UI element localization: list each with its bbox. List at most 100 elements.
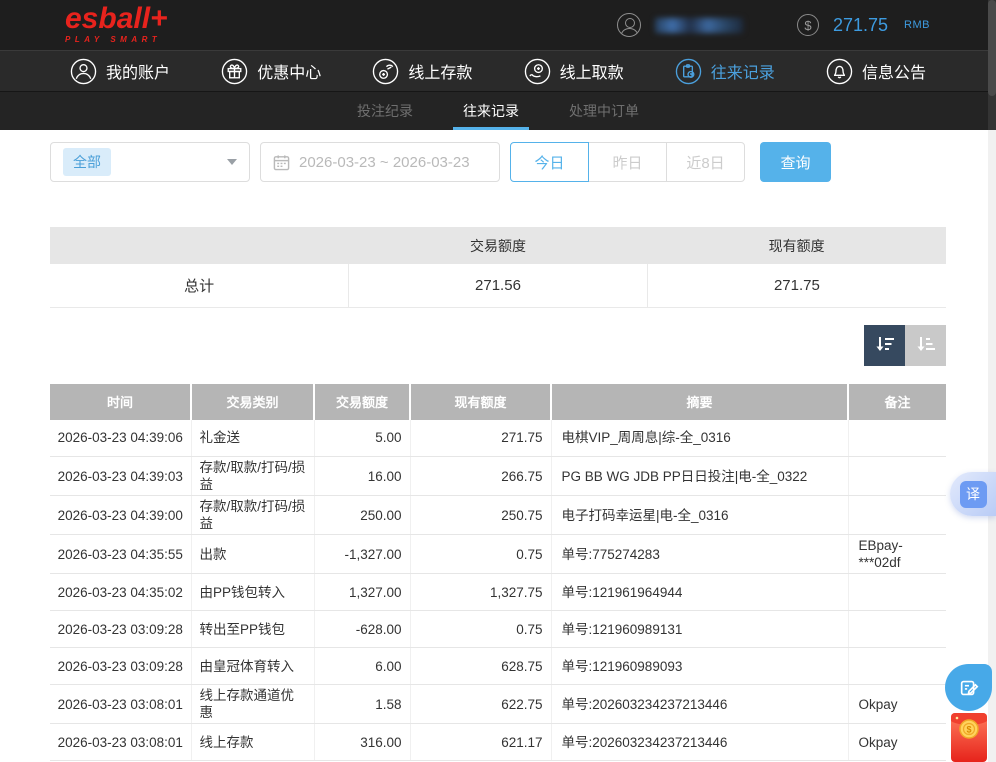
nav-item-my-account[interactable]: 我的账户 xyxy=(70,58,170,85)
brand-logo[interactable]: esball+ PLAY SMART xyxy=(65,4,168,44)
cell-balance: 628.75 xyxy=(410,648,551,685)
sort-ascending-button[interactable] xyxy=(905,325,946,366)
date-range-value: 2026-03-23 ~ 2026-03-23 xyxy=(299,154,470,171)
user-icon xyxy=(70,58,97,85)
red-envelope-button[interactable]: $ xyxy=(950,711,988,762)
translate-icon: 译 xyxy=(960,481,987,508)
cell-summary: 电棋VIP_周周息|综-全_0316 xyxy=(551,420,848,457)
tab-transaction-records[interactable]: 往来记录 xyxy=(457,92,525,130)
cell-time: 2026-03-23 03:08:01 xyxy=(50,685,191,724)
cell-amount: -628.00 xyxy=(314,611,410,648)
nav-label: 信息公告 xyxy=(862,59,926,83)
chevron-down-icon xyxy=(227,159,237,165)
withdraw-icon xyxy=(524,58,551,85)
cell-amount: 250.00 xyxy=(314,496,410,535)
table-row: 2026-03-23 04:35:55出款-1,327.000.75单号:775… xyxy=(50,535,946,574)
button-label: 今日 xyxy=(534,152,564,173)
search-button[interactable]: 查询 xyxy=(760,142,831,182)
summary-transaction-total: 271.56 xyxy=(349,264,648,307)
transactions-body: 2026-03-23 04:39:06礼金送5.00271.75电棋VIP_周周… xyxy=(50,420,946,761)
calendar-icon xyxy=(273,154,290,171)
cell-amount: 6.00 xyxy=(314,648,410,685)
cell-type: 线上存款通道优惠 xyxy=(191,685,314,724)
cell-balance: 266.75 xyxy=(410,457,551,496)
feedback-edit-button[interactable] xyxy=(945,664,992,711)
svg-text:$: $ xyxy=(966,725,971,735)
nav-item-promotions[interactable]: 优惠中心 xyxy=(221,58,321,85)
header-time: 时间 xyxy=(50,384,191,420)
cell-amount: 16.00 xyxy=(314,457,410,496)
cell-remark xyxy=(848,457,946,496)
tab-label: 处理中订单 xyxy=(569,101,639,121)
cell-type: 存款/取款/打码/损益 xyxy=(191,496,314,535)
header-summary: 摘要 xyxy=(551,384,848,420)
header-balance: 现有额度 xyxy=(410,384,551,420)
cell-summary: 单号:121960989093 xyxy=(551,648,848,685)
header-type: 交易类别 xyxy=(191,384,314,420)
summary-header-balance: 现有额度 xyxy=(647,227,946,264)
top-bar: esball+ PLAY SMART $ 271.75 RMB xyxy=(0,0,996,50)
header-remark: 备注 xyxy=(848,384,946,420)
cell-summary: 单号:121961964944 xyxy=(551,574,848,611)
type-select[interactable]: 全部 xyxy=(50,142,250,182)
header-amount: 交易额度 xyxy=(314,384,410,420)
cell-type: 由皇冠体育转入 xyxy=(191,648,314,685)
nav-item-announcements[interactable]: 信息公告 xyxy=(826,58,926,85)
cell-amount: 316.00 xyxy=(314,724,410,761)
page-scrollbar[interactable] xyxy=(988,0,996,762)
records-icon xyxy=(675,58,702,85)
table-row: 2026-03-23 03:08:01线上存款316.00621.17单号:20… xyxy=(50,724,946,761)
cell-summary: 单号:202603234237213446 xyxy=(551,724,848,761)
cell-time: 2026-03-23 04:39:03 xyxy=(50,457,191,496)
table-row: 2026-03-23 03:08:01线上存款通道优惠1.58622.75单号:… xyxy=(50,685,946,724)
cell-time: 2026-03-23 03:08:01 xyxy=(50,724,191,761)
button-label: 昨日 xyxy=(612,152,642,173)
filter-row: 全部 2026-03-23 ~ 2026-03-23 今日 昨日 近8日 查询 xyxy=(50,142,946,182)
nav-item-withdraw[interactable]: 线上取款 xyxy=(524,58,624,85)
cell-balance: 0.75 xyxy=(410,611,551,648)
account-balance: 271.75 xyxy=(833,15,888,36)
cell-amount: 1.58 xyxy=(314,685,410,724)
table-row: 2026-03-23 03:09:28转出至PP钱包-628.000.75单号:… xyxy=(50,611,946,648)
currency-label: RMB xyxy=(904,19,930,31)
content-area: 全部 2026-03-23 ~ 2026-03-23 今日 昨日 近8日 查询 … xyxy=(50,142,946,761)
yesterday-button[interactable]: 昨日 xyxy=(588,142,667,182)
sort-desc-icon xyxy=(873,333,897,357)
cell-balance: 250.75 xyxy=(410,496,551,535)
nav-item-deposit[interactable]: 线上存款 xyxy=(372,58,472,85)
sort-controls xyxy=(50,325,946,366)
table-row: 2026-03-23 04:35:02由PP钱包转入1,327.001,327.… xyxy=(50,574,946,611)
cell-remark xyxy=(848,574,946,611)
brand-logo-text: esball+ xyxy=(65,4,168,34)
gift-icon xyxy=(221,58,248,85)
cell-type: 转出至PP钱包 xyxy=(191,611,314,648)
tab-bet-records[interactable]: 投注纪录 xyxy=(351,92,419,130)
cell-summary: 单号:202603234237213446 xyxy=(551,685,848,724)
cell-time: 2026-03-23 04:39:00 xyxy=(50,496,191,535)
nav-item-transaction-records[interactable]: 往来记录 xyxy=(675,58,775,85)
type-select-value: 全部 xyxy=(63,148,111,176)
brand-tagline: PLAY SMART xyxy=(65,36,168,44)
scrollbar-thumb[interactable] xyxy=(988,0,996,96)
cell-time: 2026-03-23 04:35:02 xyxy=(50,574,191,611)
cell-remark: Okpay xyxy=(848,685,946,724)
sort-descending-button[interactable] xyxy=(864,325,905,366)
bell-icon xyxy=(826,58,853,85)
date-range-input[interactable]: 2026-03-23 ~ 2026-03-23 xyxy=(260,142,500,182)
cell-time: 2026-03-23 03:09:28 xyxy=(50,648,191,685)
summary-header-transaction: 交易额度 xyxy=(349,227,648,264)
today-button[interactable]: 今日 xyxy=(510,142,589,182)
translate-button[interactable]: 译 xyxy=(950,472,996,516)
main-nav: 我的账户 优惠中心 线上存款 线上取款 往来记录 信息公告 xyxy=(0,50,996,92)
cell-remark: EBpay-***02df xyxy=(848,535,946,574)
cell-time: 2026-03-23 03:09:28 xyxy=(50,611,191,648)
last-8-days-button[interactable]: 近8日 xyxy=(666,142,745,182)
tab-pending-orders[interactable]: 处理中订单 xyxy=(563,92,645,130)
summary-balance-total: 271.75 xyxy=(647,264,946,307)
quick-range-group: 今日 昨日 近8日 xyxy=(510,142,745,182)
cell-remark xyxy=(848,648,946,685)
cell-balance: 1,327.75 xyxy=(410,574,551,611)
cell-amount: 5.00 xyxy=(314,420,410,457)
cell-time: 2026-03-23 04:35:55 xyxy=(50,535,191,574)
nav-label: 我的账户 xyxy=(106,59,170,83)
